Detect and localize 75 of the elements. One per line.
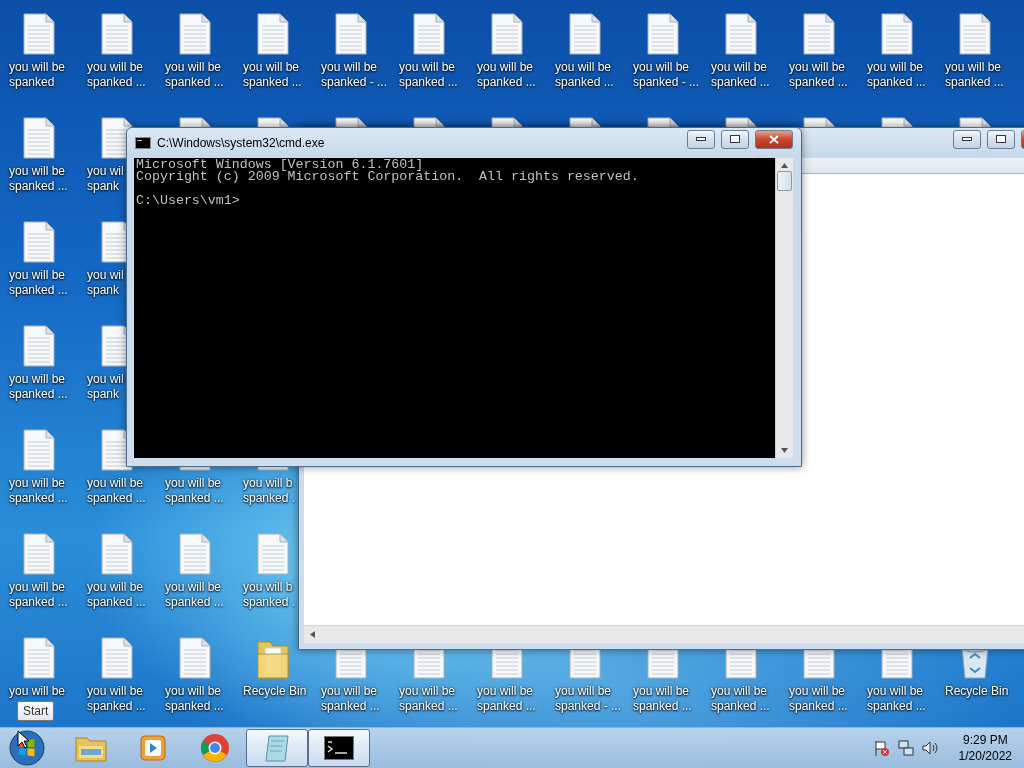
media-player-icon (140, 735, 166, 761)
icon-label: you wil spank (87, 372, 124, 402)
icon-label: you will be spanked ... (633, 684, 692, 714)
horizontal-scrollbar[interactable] (304, 625, 1024, 643)
icon-label: you will be spanked ... (399, 684, 458, 714)
icon-label: you will be spanked ... (9, 372, 68, 402)
scroll-left-icon (310, 631, 315, 638)
icon-label: Recycle Bin (945, 684, 1009, 699)
icon-label: you will be spanked ... (555, 60, 614, 90)
icon-label: you will be spanked - ... (321, 60, 388, 90)
icon-label: you will b spanked . (243, 580, 296, 610)
icon-label: you will be spanked ... (165, 60, 224, 90)
icon-label: you will be spanked - ... (555, 684, 622, 714)
icon-label: you will be spanked (9, 60, 66, 90)
console-icon (135, 137, 151, 149)
icon-label: you wil spank (87, 268, 124, 298)
maximize-icon (996, 135, 1006, 143)
icon-label: you will be spanked ... (165, 476, 224, 506)
console-prompt[interactable]: C:\Users\vm1> (136, 195, 240, 207)
icon-label: you will be spanked ... (789, 60, 848, 90)
window-title: C:\Windows\system32\cmd.exe (157, 136, 326, 150)
network-icon[interactable] (896, 739, 915, 757)
icon-label: you will be spanked ... (165, 684, 224, 714)
icon-label: Recycle Bin (243, 684, 307, 699)
icon-label: you will be spanked ... (87, 580, 146, 610)
taskbar-button[interactable] (308, 729, 370, 767)
icon-label: you will be (9, 684, 66, 699)
volume-icon[interactable] (920, 739, 939, 757)
console-icon (324, 736, 354, 760)
icon-label: you will be spanked ... (477, 684, 536, 714)
notepad-icon (263, 733, 291, 763)
scroll-up-icon (781, 163, 788, 168)
clock[interactable]: 9:29 PM 1/20/2022 (958, 732, 1012, 764)
icon-label: you will be spanked ... (321, 684, 380, 714)
console-line: Microsoft Windows [Version 6.1.7601] (136, 159, 424, 171)
console-line: Copyright (c) 2009 Microsoft Corporation. All rights reserved. (136, 171, 639, 183)
icon-label: you will be spanked ... (9, 164, 68, 194)
icon-label: you will be spanked ... (867, 684, 926, 714)
scroll-thumb[interactable] (777, 171, 792, 191)
icon-label: you will be spanked ... (711, 60, 770, 90)
icon-label: you wil spank (87, 164, 124, 194)
folder-icon (75, 734, 107, 762)
close-icon (769, 134, 779, 144)
icon-label: you will be spanked ... (945, 60, 1004, 90)
close-button[interactable] (755, 129, 793, 149)
clock-date: 1/20/2022 (958, 748, 1012, 764)
icon-label: you will be spanked ... (399, 60, 458, 90)
maximize-button[interactable] (721, 129, 749, 149)
tooltip: Start (17, 701, 55, 721)
scroll-down-icon (781, 448, 788, 453)
icon-label: you will be spanked ... (243, 60, 302, 90)
icon-label: you will be spanked ... (867, 60, 926, 90)
icon-label: you will be spanked ... (87, 476, 146, 506)
mouse-pointer-icon (17, 730, 29, 749)
icon-label: you will be spanked ... (9, 476, 68, 506)
minimize-icon (962, 136, 972, 142)
icon-label: you will b spanked . (243, 476, 296, 506)
minimize-button[interactable] (953, 129, 981, 149)
icon-label: you will be spanked - ... (633, 60, 700, 90)
icon-label: you will be spanked ... (789, 684, 848, 714)
minimize-icon (696, 136, 706, 142)
maximize-icon (730, 135, 740, 143)
vertical-scrollbar[interactable] (775, 158, 793, 458)
icon-label: you will be spanked ... (165, 580, 224, 610)
icon-label: you will be spanked ... (87, 684, 146, 714)
icon-label: you will be spanked ... (9, 268, 68, 298)
action-center-flag-icon[interactable] (872, 739, 891, 757)
chrome-icon (200, 733, 230, 763)
icon-label: you will be spanked ... (711, 684, 770, 714)
icon-label: you will be spanked ... (477, 60, 536, 90)
minimize-button[interactable] (687, 129, 715, 149)
clock-time: 9:29 PM (962, 732, 1008, 748)
icon-label: you will be spanked ... (87, 60, 146, 90)
maximize-button[interactable] (987, 129, 1015, 149)
icon-label: you will be spanked ... (9, 580, 68, 610)
